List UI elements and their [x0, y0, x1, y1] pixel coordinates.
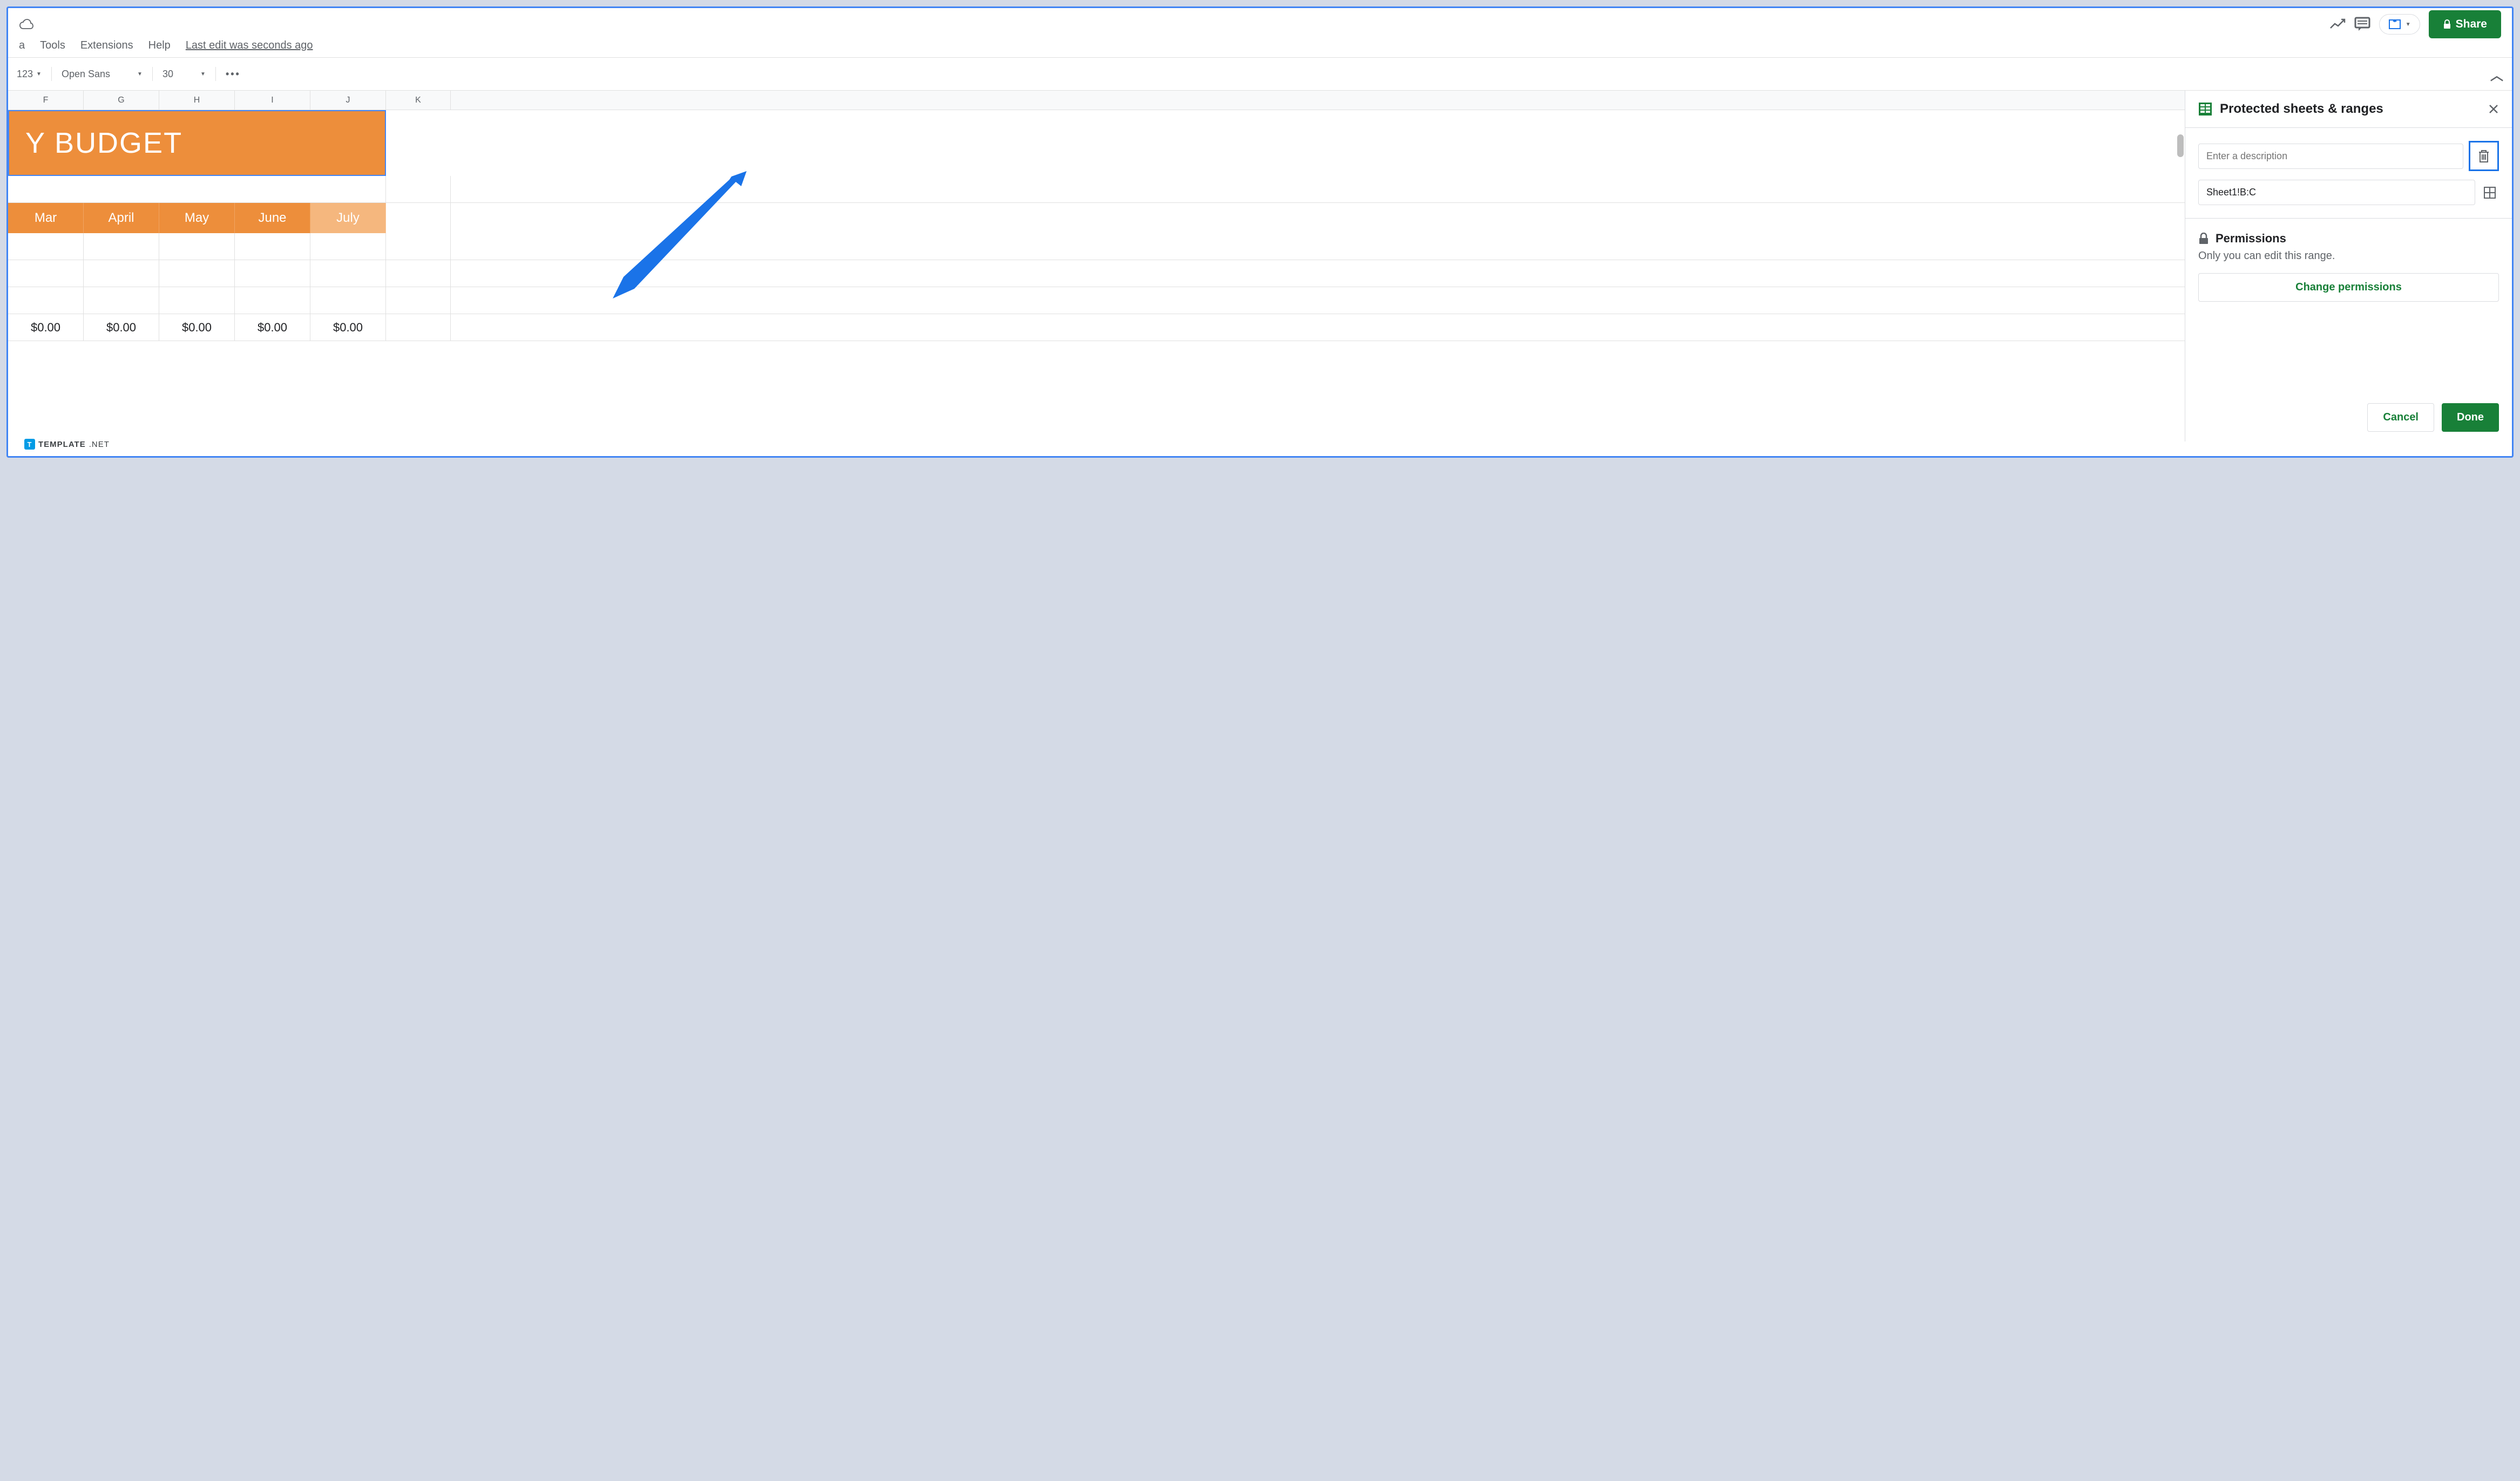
empty-cell[interactable] — [386, 314, 451, 341]
font-size-label: 30 — [162, 69, 173, 80]
protected-ranges-sidepanel: Protected sheets & ranges Sheet1!B:C — [2185, 91, 2512, 441]
value-cell[interactable]: $0.00 — [84, 314, 159, 341]
month-may[interactable]: May — [159, 203, 235, 233]
select-range-button[interactable] — [2481, 184, 2499, 202]
chevron-down-icon: ▼ — [36, 71, 42, 77]
collapse-toolbar-icon[interactable]: ︿ — [2490, 65, 2503, 84]
separator — [215, 67, 216, 81]
empty-cell[interactable] — [386, 203, 451, 233]
menu-a[interactable]: a — [19, 39, 25, 52]
col-header-h[interactable]: H — [159, 91, 235, 110]
description-input[interactable] — [2198, 144, 2463, 169]
watermark-badge: T — [24, 439, 35, 450]
sidepanel-header: Protected sheets & ranges — [2185, 91, 2512, 128]
last-edit-link[interactable]: Last edit was seconds ago — [186, 39, 313, 52]
month-mar[interactable]: Mar — [8, 203, 84, 233]
grid-icon — [2483, 186, 2496, 199]
more-icon[interactable]: ••• — [226, 69, 241, 80]
chevron-down-icon: ▼ — [2406, 22, 2411, 28]
menu-extensions[interactable]: Extensions — [80, 39, 133, 52]
font-selector[interactable]: Open Sans ▼ — [62, 69, 143, 80]
value-cell[interactable]: $0.00 — [159, 314, 235, 341]
close-icon[interactable] — [2488, 104, 2499, 114]
range-row: Sheet1!B:C — [2198, 180, 2499, 205]
sidepanel-title: Protected sheets & ranges — [2220, 101, 2481, 117]
activity-icon[interactable] — [2329, 18, 2346, 30]
chevron-down-icon: ▼ — [137, 71, 143, 77]
change-permissions-button[interactable]: Change permissions — [2198, 273, 2499, 302]
range-input[interactable]: Sheet1!B:C — [2198, 180, 2475, 205]
sheets-icon — [2198, 102, 2212, 116]
separator — [152, 67, 153, 81]
sidepanel-body: Sheet1!B:C — [2185, 128, 2512, 219]
value-cell[interactable]: $0.00 — [235, 314, 310, 341]
month-april[interactable]: April — [84, 203, 159, 233]
watermark-text: TEMPLATE — [38, 440, 86, 449]
lock-icon — [2443, 19, 2451, 29]
blank-row[interactable] — [8, 176, 2185, 203]
topbar-left — [19, 19, 34, 30]
trash-icon — [2477, 149, 2490, 163]
font-size-selector[interactable]: 30 ▼ — [162, 69, 206, 80]
month-header-row: Mar April May June July — [8, 203, 2185, 233]
present-button[interactable]: ▼ — [2379, 14, 2420, 35]
chevron-down-icon: ▼ — [200, 71, 206, 77]
done-button[interactable]: Done — [2442, 403, 2499, 432]
table-row[interactable]: $0.00 $0.00 $0.00 $0.00 $0.00 — [8, 314, 2185, 341]
main-content: F G H I J K Y BUDGET Mar April May June — [8, 91, 2512, 441]
cancel-button[interactable]: Cancel — [2367, 403, 2434, 432]
col-header-g[interactable]: G — [84, 91, 159, 110]
value-cell[interactable]: $0.00 — [8, 314, 84, 341]
separator — [51, 67, 52, 81]
value-cell[interactable]: $0.00 — [310, 314, 386, 341]
lock-icon — [2198, 233, 2209, 244]
month-june[interactable]: June — [235, 203, 310, 233]
topbar-right: ▼ Share — [2329, 10, 2501, 38]
share-button[interactable]: Share — [2429, 10, 2501, 38]
table-row[interactable] — [8, 260, 2185, 287]
watermark: T TEMPLATE.NET — [24, 439, 110, 450]
permissions-title: Permissions — [2216, 232, 2286, 246]
sheet-body: Y BUDGET Mar April May June July — [8, 110, 2185, 341]
font-label: Open Sans — [62, 69, 110, 80]
column-headers: F G H I J K — [8, 91, 2185, 110]
month-july[interactable]: July — [310, 203, 386, 233]
app-frame: ▼ Share a Tools Extensions Help Last edi… — [6, 6, 2514, 458]
number-format-label: 123 — [17, 69, 33, 80]
description-row — [2198, 141, 2499, 171]
col-header-j[interactable]: J — [310, 91, 386, 110]
topbar: ▼ Share — [8, 8, 2512, 36]
sidepanel-footer: Cancel Done — [2185, 393, 2512, 441]
col-header-f[interactable]: F — [8, 91, 84, 110]
number-format-button[interactable]: 123 ▼ — [17, 69, 42, 80]
delete-button[interactable] — [2469, 141, 2499, 171]
permissions-label: Permissions — [2198, 232, 2499, 246]
table-row[interactable] — [8, 287, 2185, 314]
menubar: a Tools Extensions Help Last edit was se… — [8, 36, 2512, 57]
spreadsheet-area: F G H I J K Y BUDGET Mar April May June — [8, 91, 2185, 441]
table-row[interactable] — [8, 233, 2185, 260]
toolbar: 123 ▼ Open Sans ▼ 30 ▼ ••• ︿ — [8, 57, 2512, 91]
cloud-icon[interactable] — [19, 19, 34, 30]
menu-help[interactable]: Help — [148, 39, 171, 52]
menu-tools[interactable]: Tools — [40, 39, 65, 52]
col-header-i[interactable]: I — [235, 91, 310, 110]
budget-banner[interactable]: Y BUDGET — [8, 110, 386, 176]
share-label: Share — [2456, 18, 2487, 31]
permissions-section: Permissions Only you can edit this range… — [2185, 219, 2512, 315]
permissions-description: Only you can edit this range. — [2198, 250, 2499, 262]
comment-icon[interactable] — [2354, 17, 2370, 32]
watermark-suffix: .NET — [89, 440, 110, 449]
col-header-k[interactable]: K — [386, 91, 451, 110]
scrollbar-thumb[interactable] — [2177, 134, 2184, 157]
